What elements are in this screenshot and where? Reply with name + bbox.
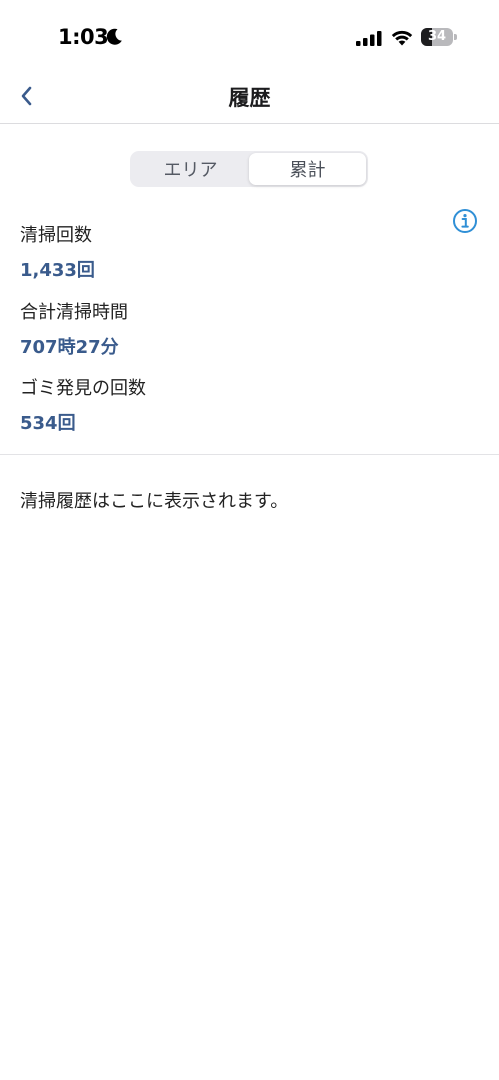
segmented-control: エリア 累計 <box>130 151 368 187</box>
status-time: 1:03 <box>58 25 109 49</box>
history-empty-message: 清掃履歴はここに表示されます。 <box>20 491 289 512</box>
segment-cumulative[interactable]: 累計 <box>249 153 366 185</box>
moon-icon <box>106 28 122 45</box>
status-bar: 1:03 34 <box>0 0 499 72</box>
stat-debris-count-value: 534回 <box>20 413 76 434</box>
battery-icon: 34 <box>421 28 457 46</box>
battery-level-text: 34 <box>427 29 447 44</box>
wifi-icon <box>391 30 413 46</box>
segment-area[interactable]: エリア <box>132 153 249 185</box>
stat-debris-count-label: ゴミ発見の回数 <box>20 378 146 399</box>
navigation-bar: 履歴 <box>0 72 499 124</box>
stat-cleaning-count-label: 清掃回数 <box>20 225 92 246</box>
screen: 1:03 34 履歴 エリア 累計 清掃回数 1,433回 合計清掃時間 707… <box>0 0 499 1080</box>
stat-total-time-value: 707時27分 <box>20 337 119 358</box>
page-title: 履歴 <box>228 86 271 110</box>
stat-cleaning-count-value: 1,433回 <box>20 260 95 281</box>
battery-cap <box>454 34 457 40</box>
battery-body: 34 <box>421 28 453 46</box>
stat-total-time-label: 合計清掃時間 <box>20 302 128 323</box>
info-circle-icon[interactable] <box>452 208 478 234</box>
cellular-signal-icon <box>356 31 382 46</box>
section-divider <box>0 454 499 455</box>
